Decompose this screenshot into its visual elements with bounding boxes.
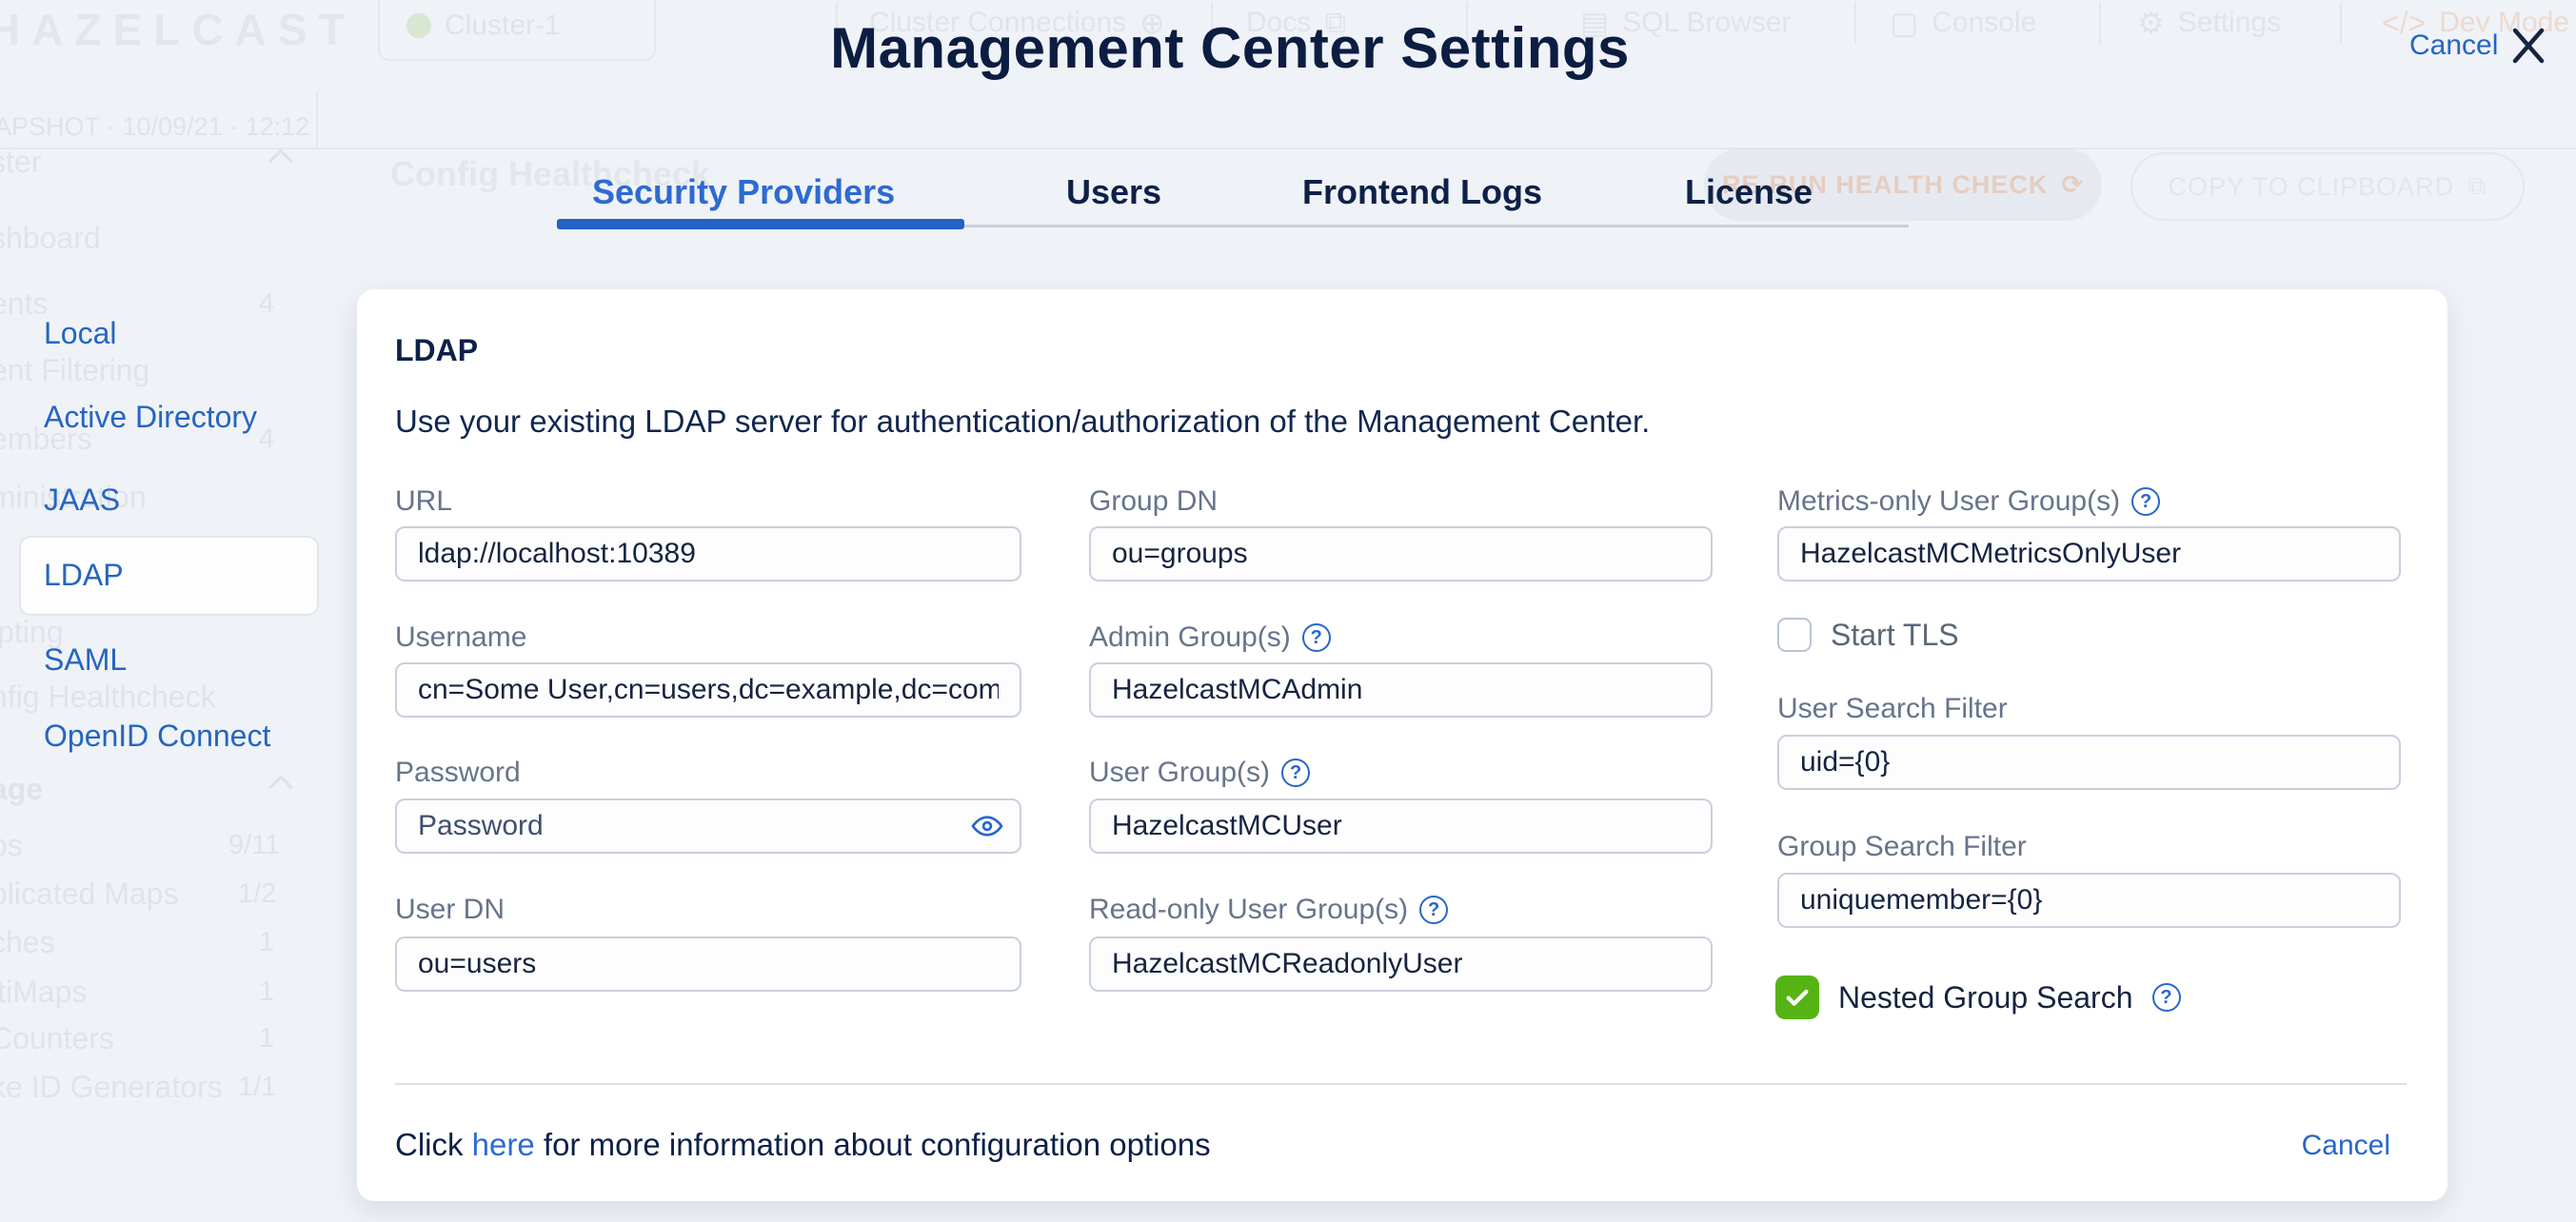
password-input[interactable] — [395, 798, 1021, 854]
help-icon[interactable]: ? — [1301, 623, 1331, 652]
modal-title: Management Center Settings — [830, 16, 1630, 80]
password-label: Password — [395, 757, 521, 788]
username-input[interactable] — [395, 662, 1021, 718]
tab-users[interactable]: Users — [1066, 173, 1161, 211]
group-search-filter-label: Group Search Filter — [1777, 831, 2027, 862]
tab-license[interactable]: License — [1685, 173, 1813, 211]
password-field-wrap — [395, 798, 1021, 854]
readonly-groups-label: Read-only User Group(s)? — [1089, 893, 1449, 927]
tab-security-providers[interactable]: Security Providers — [592, 173, 895, 211]
user-groups-label: User Group(s)? — [1089, 756, 1311, 790]
group-dn-label: Group DN — [1089, 485, 1219, 517]
user-dn-label: User DN — [395, 894, 505, 925]
group-search-filter-input[interactable] — [1777, 873, 2401, 928]
sidebar-item-jaas[interactable]: JAAS — [44, 482, 120, 518]
metrics-groups-label: Metrics-only User Group(s)? — [1777, 484, 2161, 519]
username-label: Username — [395, 621, 527, 653]
close-icon[interactable] — [2506, 23, 2551, 69]
user-dn-input[interactable] — [395, 936, 1021, 992]
ldap-settings-card: LDAP Use your existing LDAP server for a… — [357, 289, 2447, 1201]
user-groups-input[interactable] — [1089, 798, 1713, 854]
active-tab-indicator — [557, 219, 964, 229]
user-search-filter-label: User Search Filter — [1777, 693, 2008, 724]
admin-groups-label: Admin Group(s)? — [1089, 621, 1331, 655]
panel-description: Use your existing LDAP server for authen… — [395, 404, 1651, 439]
help-icon[interactable]: ? — [1419, 896, 1449, 924]
url-label: URL — [395, 485, 453, 517]
panel-heading: LDAP — [395, 333, 479, 367]
user-search-filter-input[interactable] — [1777, 735, 2401, 790]
admin-groups-input[interactable] — [1089, 662, 1713, 718]
sidebar-item-saml[interactable]: SAML — [44, 641, 127, 678]
here-link[interactable]: here — [472, 1127, 535, 1162]
sidebar-item-local[interactable]: Local — [44, 315, 117, 351]
cancel-link-footer[interactable]: Cancel — [2302, 1129, 2390, 1163]
sidebar-item-openid-connect[interactable]: OpenID Connect — [44, 718, 270, 754]
start-tls-checkbox[interactable] — [1777, 618, 1812, 652]
tab-frontend-logs[interactable]: Frontend Logs — [1302, 173, 1542, 211]
sidebar-item-ldap[interactable]: LDAP — [44, 557, 124, 593]
url-input[interactable] — [395, 526, 1021, 581]
sidebar-item-active-directory[interactable]: Active Directory — [44, 399, 257, 435]
settings-modal: Management Center Settings Cancel Securi… — [0, 0, 2576, 1222]
metrics-groups-input[interactable] — [1777, 526, 2401, 581]
readonly-groups-input[interactable] — [1089, 936, 1713, 992]
group-dn-input[interactable] — [1089, 526, 1713, 581]
footer-info-text: Click here for more information about co… — [395, 1127, 1211, 1162]
nested-group-search-label: Nested Group Search? — [1838, 976, 2181, 1019]
help-icon[interactable]: ? — [1281, 759, 1311, 787]
footer-divider — [395, 1083, 2407, 1085]
show-password-eye-icon[interactable] — [970, 809, 1004, 843]
screen: HAZELCAST Cluster-1 Cluster Connections ⊕… — [0, 0, 2576, 1222]
help-icon[interactable]: ? — [2151, 983, 2181, 1012]
help-icon[interactable]: ? — [2131, 487, 2161, 516]
start-tls-label: Start TLS — [1831, 618, 1959, 652]
nested-group-search-checkbox[interactable] — [1775, 976, 1819, 1019]
cancel-link-top[interactable]: Cancel — [2409, 29, 2498, 63]
